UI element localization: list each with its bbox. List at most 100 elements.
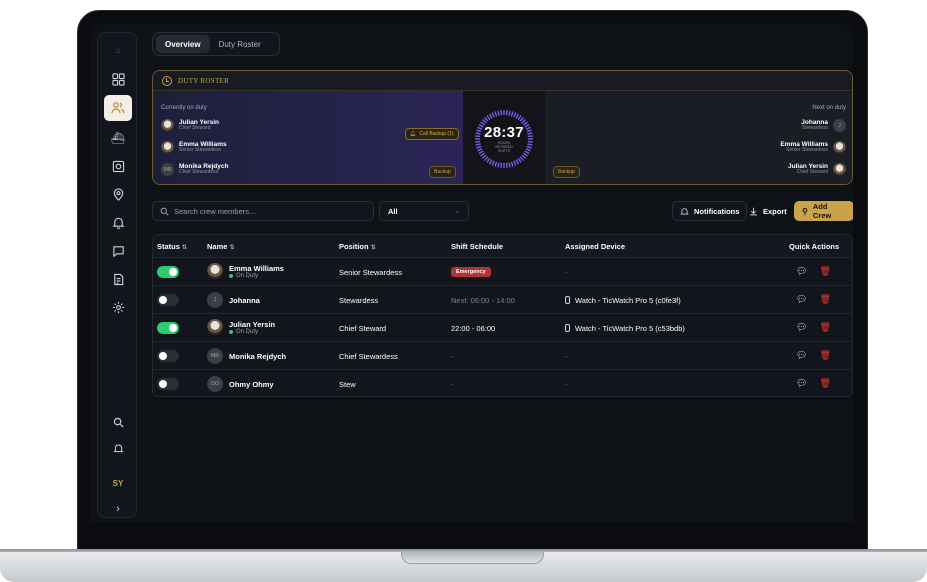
ship-icon[interactable]: ⛴ [104,125,132,151]
table-row: OO Ohmy Ohmy Stew - - 💬︎ 🗑︎ [153,370,852,396]
delete-icon[interactable]: 🗑︎ [819,351,830,360]
message-icon[interactable]: 💬︎ [796,267,807,276]
shift-schedule: 22:00 - 06:00 [451,324,496,333]
quick-actions: 💬︎ 🗑︎ [796,295,831,304]
avatar: OO [207,376,223,392]
tab-duty-roster[interactable]: Duty Roster [210,35,270,53]
watch-icon [565,324,570,332]
status-toggle[interactable] [157,378,179,390]
message-icon[interactable]: 💬︎ [796,351,807,360]
crew-position: Senior Stewardess [339,268,402,277]
avatar [161,141,174,154]
search-input[interactable] [174,206,364,216]
status-filter-select[interactable]: All ⌄ [379,201,469,221]
delete-icon[interactable]: 🗑︎ [819,379,830,388]
add-user-icon: ⚲ [802,206,808,216]
add-crew-button[interactable]: ⚲ Add Crew [794,201,853,221]
search-box [152,201,374,221]
assigned-device: - [565,352,568,361]
notifications-button[interactable]: Notifications [672,201,748,221]
next-person: Julian Yersin Chief Steward [788,163,846,176]
app-screen: ⌂ ⛴ SY › Overview Duty Roster DUTY ROSTE… [91,24,853,522]
expand-sidebar-button[interactable]: › [104,496,132,522]
laptop-frame: ⌂ ⛴ SY › Overview Duty Roster DUTY ROSTE… [0,0,927,582]
roster-header: DUTY ROSTER [153,71,852,91]
notification-bell-icon[interactable] [104,435,132,461]
backup-badge[interactable]: Backup [553,166,580,178]
current-person: Julian Yersin Chief Steward [161,119,219,132]
status-toggle[interactable] [157,322,179,334]
shift-schedule: - [451,380,454,389]
roster-title: DUTY ROSTER [178,76,230,85]
timer-ring: 28:37 HOURS BETWEEN SHIFTS [474,109,534,169]
shift-timer: 28:37 HOURS BETWEEN SHIFTS [463,91,545,184]
assigned-device: Watch - TicWatch Pro 5 (c53bdb) [565,324,685,333]
on-duty-status: On Duty [229,329,275,335]
avatar: J [833,119,846,132]
settings-icon[interactable] [104,294,132,320]
crew-name: Monika Rejdych [229,351,287,361]
timer-caption: HOURS BETWEEN SHIFTS [495,140,513,154]
avatar [161,119,174,132]
logs-icon[interactable] [104,266,132,292]
crew-icon[interactable] [104,95,132,121]
duty-roster-card: DUTY ROSTER Currently on duty Julian Yer… [152,70,853,185]
crew-name: Johanna [229,295,260,305]
backup-badge[interactable]: Backup [429,166,456,178]
crew-name-cell: Emma Williams On Duty [207,263,284,279]
call-backup-button[interactable]: 🔔︎ Call Backup (1) [405,128,459,140]
delete-icon[interactable]: 🗑︎ [819,295,830,304]
message-icon[interactable]: 💬︎ [796,379,807,388]
crew-name-cell: MR Monika Rejdych [207,348,286,364]
crew-name-cell: OO Ohmy Ohmy [207,376,274,392]
dashboard-icon[interactable] [104,66,132,92]
timer-value: 28:37 [484,123,524,141]
laptop-notch [401,552,544,564]
sort-icon: ⇅ [182,245,188,251]
export-button[interactable]: Export [742,201,794,221]
status-toggle[interactable] [157,350,179,362]
column-position[interactable]: Position ⇅ [339,242,376,251]
table-row: Emma Williams On Duty Senior Stewardess E… [153,258,852,286]
quick-actions: 💬︎ 🗑︎ [796,267,831,276]
sort-icon: ⇅ [229,245,235,251]
message-icon[interactable]: 💬︎ [796,323,807,332]
current-person: MR Monika Rejdych Chief Stewardess [161,163,228,176]
notifications-label: Notifications [694,206,740,216]
on-duty-status: On Duty [229,273,284,279]
sort-icon: ⇅ [370,245,376,251]
tab-overview[interactable]: Overview [156,35,210,53]
watch-icon [565,296,570,304]
table-header: Status ⇅ Name ⇅ Position ⇅ Shift Schedul… [153,235,852,258]
status-toggle[interactable] [157,266,179,278]
filter-value: All [388,206,398,216]
next-duty-pane: Next on duty Johanna Stewardess J Emma Wi… [545,91,852,184]
search-icon[interactable] [104,409,132,435]
next-duty-label: Next on duty [812,105,846,111]
crew-name: Ohmy Ohmy [229,379,274,389]
delete-icon[interactable]: 🗑︎ [819,323,830,332]
call-backup-label: Call Backup (1) [419,131,454,137]
assigned-device: Watch - TicWatch Pro 5 (c0fe3f) [565,296,681,305]
bell-icon [680,207,689,214]
bell-icon[interactable] [104,209,132,235]
message-icon[interactable]: 💬︎ [796,295,807,304]
avatar: MR [207,348,223,364]
column-name[interactable]: Name ⇅ [207,242,235,251]
column-device: Assigned Device [565,242,626,251]
crew-name-cell: Julian Yersin On Duty [207,319,275,335]
crew-position: Stew [339,380,356,389]
user-avatar[interactable]: SY [104,470,132,496]
next-person: Johanna Stewardess J [801,119,846,132]
person-role: Chief Stewardess [179,169,219,176]
delete-icon[interactable]: 🗑︎ [819,267,830,276]
messages-icon[interactable] [104,238,132,264]
location-icon[interactable] [104,181,132,207]
person-role: Senior Stewardess [786,147,828,154]
crew-table: Status ⇅ Name ⇅ Position ⇅ Shift Schedul… [152,234,853,397]
safe-icon[interactable] [104,153,132,179]
column-status[interactable]: Status ⇅ [157,242,187,251]
current-person: Emma Williams Senior Stewardess [161,141,227,154]
status-toggle[interactable] [157,294,179,306]
avatar: J [207,292,223,308]
